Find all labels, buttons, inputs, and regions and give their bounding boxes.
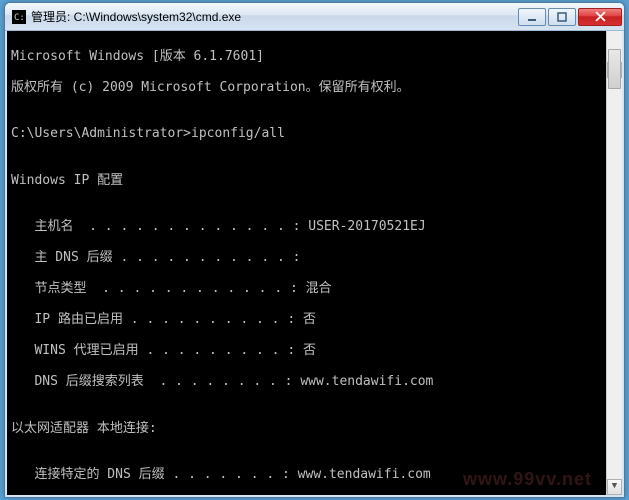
console-line: WINS 代理已启用 . . . . . . . . . : 否: [11, 343, 618, 359]
cmd-window: C: 管理员: C:\Windows\system32\cmd.exe Micr…: [4, 2, 625, 498]
console-line: 主机名 . . . . . . . . . . . . . : USER-201…: [11, 219, 618, 235]
console-line: Microsoft Windows [版本 6.1.7601]: [11, 49, 618, 65]
console-prompt-line: C:\Users\Administrator>ipconfig/all: [11, 126, 618, 142]
console-output[interactable]: Microsoft Windows [版本 6.1.7601] 版权所有 (c)…: [5, 31, 624, 497]
console-line: 连接特定的 DNS 后缀 . . . . . . . : www.tendawi…: [11, 467, 618, 483]
scroll-thumb[interactable]: [608, 49, 621, 89]
minimize-button[interactable]: [518, 8, 546, 26]
console-section-header: 以太网适配器 本地连接:: [11, 421, 618, 437]
vertical-scrollbar[interactable]: ▲ ▼: [606, 31, 622, 495]
console-line: 版权所有 (c) 2009 Microsoft Corporation。保留所有…: [11, 80, 618, 96]
close-button[interactable]: [578, 8, 622, 26]
console-line: 节点类型 . . . . . . . . . . . . : 混合: [11, 281, 618, 297]
console-line: DNS 后缀搜索列表 . . . . . . . . : www.tendawi…: [11, 374, 618, 390]
window-title: 管理员: C:\Windows\system32\cmd.exe: [31, 8, 516, 25]
scroll-down-button[interactable]: ▼: [607, 479, 622, 495]
window-controls: [516, 8, 622, 26]
console-line: 主 DNS 后缀 . . . . . . . . . . . :: [11, 250, 618, 266]
cmd-icon: C:: [11, 9, 27, 25]
maximize-button[interactable]: [548, 8, 576, 26]
titlebar[interactable]: C: 管理员: C:\Windows\system32\cmd.exe: [5, 3, 624, 31]
svg-text:C:: C:: [14, 13, 25, 23]
console-section-header: Windows IP 配置: [11, 173, 618, 189]
console-line: IP 路由已启用 . . . . . . . . . . : 否: [11, 312, 618, 328]
